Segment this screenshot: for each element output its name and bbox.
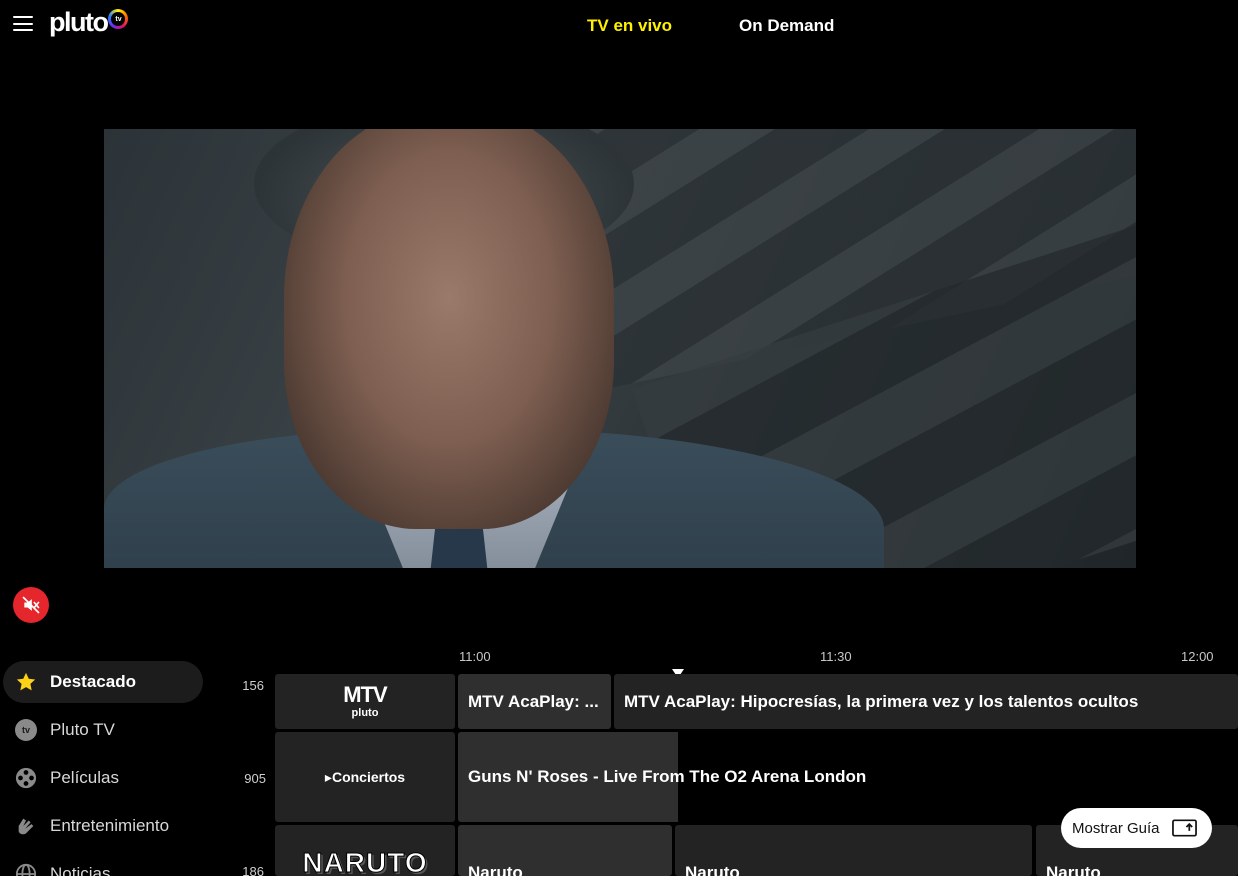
- category-label: Entretenimiento: [50, 816, 170, 835]
- guide-expand-icon: [1171, 819, 1197, 837]
- clapping-hands-icon: [15, 815, 37, 837]
- pluto-tv-icon: tv: [15, 719, 37, 741]
- tab-tv-en-vivo[interactable]: TV en vivo: [587, 16, 672, 36]
- tab-on-demand[interactable]: On Demand: [739, 16, 834, 36]
- category-peliculas[interactable]: Películas: [3, 757, 203, 799]
- category-entretenimiento[interactable]: Entretenimiento: [3, 805, 203, 847]
- category-label: Noticias: [50, 864, 111, 876]
- time-label-1100: 11:00: [459, 649, 491, 664]
- video-player[interactable]: [104, 129, 1136, 568]
- show-guide-label: Mostrar Guía: [1072, 819, 1160, 837]
- hamburger-menu-icon[interactable]: [13, 16, 33, 31]
- mtv-logo-text: MTV: [343, 681, 387, 707]
- logo-badge-icon: tv: [108, 9, 129, 29]
- program-tile[interactable]: Naruto: [458, 825, 672, 876]
- channel-number: 186: [242, 864, 264, 876]
- film-reel-icon: [15, 767, 37, 789]
- program-tile[interactable]: MTV AcaPlay: ...: [458, 674, 611, 729]
- channel-logo-naruto[interactable]: NARUTO: [275, 825, 455, 876]
- unmute-button[interactable]: [13, 587, 49, 623]
- mtv-logo-sub: pluto: [351, 706, 379, 719]
- pluto-tv-logo[interactable]: pluto tv: [49, 6, 129, 37]
- star-icon: [15, 671, 37, 693]
- time-label-1130: 11:30: [820, 649, 852, 664]
- category-label: Películas: [50, 768, 119, 787]
- category-label: Destacado: [50, 672, 136, 691]
- category-destacado[interactable]: Destacado: [3, 661, 203, 703]
- channel-number: 156: [242, 678, 264, 693]
- speaker-muted-icon: [22, 596, 40, 614]
- category-label: Pluto TV: [50, 720, 115, 739]
- top-bar: pluto tv TV en vivo On Demand: [0, 0, 1238, 52]
- show-guide-button[interactable]: Mostrar Guía: [1061, 808, 1212, 848]
- channel-number: 905: [244, 771, 266, 786]
- category-pluto-tv[interactable]: tv Pluto TV: [3, 709, 203, 751]
- program-tile[interactable]: Naruto: [675, 825, 1032, 876]
- channel-logo-conciertos[interactable]: ▸Conciertos: [275, 732, 455, 822]
- channel-logo-mtv[interactable]: MTV pluto: [275, 674, 455, 729]
- category-noticias[interactable]: Noticias: [3, 853, 203, 876]
- globe-icon: [15, 863, 37, 876]
- logo-text: pluto: [49, 6, 109, 37]
- time-label-1200: 12:00: [1181, 649, 1214, 664]
- conciertos-logo-text: ▸Conciertos: [324, 768, 406, 785]
- program-tile[interactable]: MTV AcaPlay: Hipocresías, la primera vez…: [614, 674, 1238, 729]
- naruto-logo-text: NARUTO: [302, 847, 428, 876]
